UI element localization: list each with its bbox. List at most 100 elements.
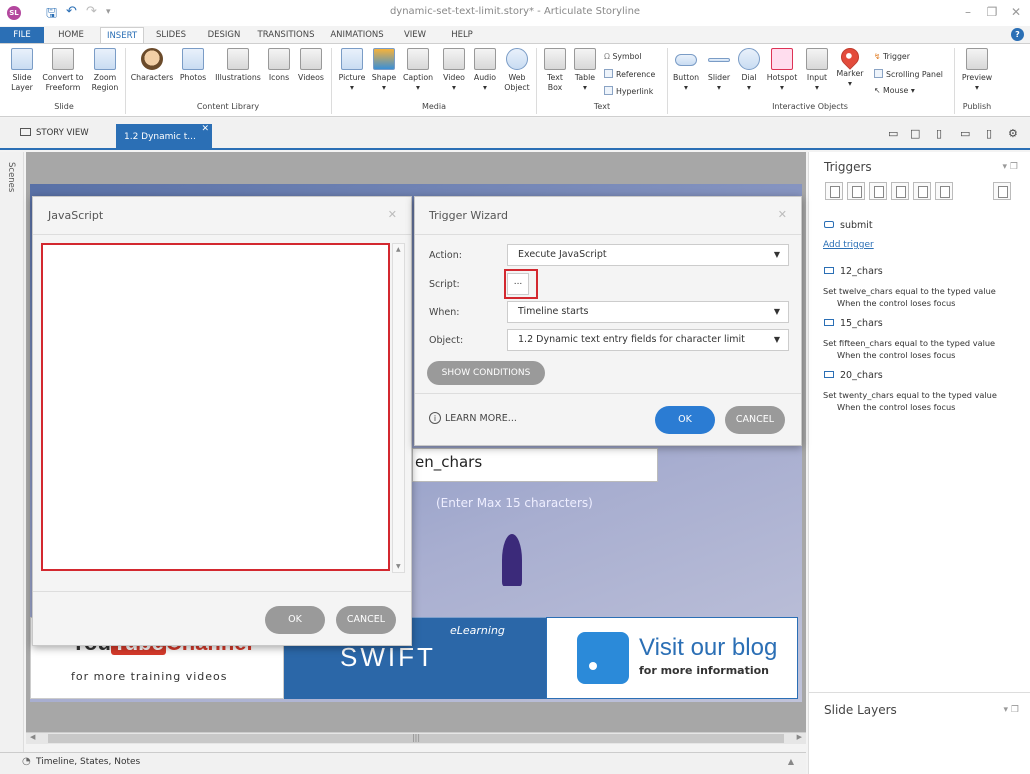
ok-button[interactable]: OK <box>265 606 325 634</box>
table-button[interactable]: Table ▾ <box>570 48 600 93</box>
slider-button[interactable]: Slider ▾ <box>704 48 734 93</box>
object-select[interactable]: 1.2 Dynamic text entry fields for charac… <box>507 329 789 351</box>
blog-banner[interactable]: Visit our blog for more information <box>546 617 798 699</box>
photos-button[interactable]: Photos <box>177 48 209 83</box>
copy-trigger-icon[interactable] <box>869 182 887 200</box>
text-entry-icon <box>824 267 834 274</box>
paste-trigger-icon[interactable] <box>891 182 909 200</box>
mouse-button[interactable]: ↖ Mouse ▾ <box>874 86 915 95</box>
gear-icon[interactable]: ⚙ <box>1008 127 1018 140</box>
button-insert-button[interactable]: Button ▾ <box>670 48 702 93</box>
scroll-down-icon[interactable]: ▼ <box>396 563 401 570</box>
edit-trigger-icon[interactable] <box>847 182 865 200</box>
preview-button[interactable]: Preview ▾ <box>958 48 996 93</box>
tab-view[interactable]: VIEW <box>396 27 434 43</box>
close-icon[interactable]: ✕ <box>778 208 787 221</box>
tab-design[interactable]: DESIGN <box>202 27 246 43</box>
close-icon[interactable]: ✕ <box>1008 5 1024 19</box>
trigger-15-chars[interactable]: 15_chars <box>824 318 883 329</box>
hotspot-button[interactable]: Hotspot ▾ <box>764 48 800 93</box>
input-button[interactable]: Input ▾ <box>802 48 832 93</box>
tablet-portrait-icon[interactable]: ▯ <box>936 127 942 140</box>
cancel-button[interactable]: CANCEL <box>725 406 785 434</box>
move-up-icon[interactable] <box>935 182 953 200</box>
scroll-right-icon[interactable]: ▶ <box>797 733 802 741</box>
trigger-20-chars[interactable]: 20_chars <box>824 370 883 381</box>
scroll-left-icon[interactable]: ◀ <box>30 733 35 741</box>
shape-button[interactable]: Shape ▾ <box>368 48 400 93</box>
tab-animations[interactable]: ANIMATIONS <box>326 27 388 43</box>
hyperlink-button[interactable]: Hyperlink <box>604 86 653 96</box>
panel-menu-icon[interactable]: ▾ ❐ <box>1003 162 1018 172</box>
scroll-up-icon[interactable]: ▲ <box>396 246 401 253</box>
tab-file[interactable]: FILE <box>0 27 44 43</box>
phone-landscape-icon[interactable]: ▭ <box>960 127 970 140</box>
trigger-desc[interactable]: Set twelve_chars equal to the typed valu… <box>823 285 996 309</box>
when-select[interactable]: Timeline starts ▼ <box>507 301 789 323</box>
tab-home[interactable]: HOME <box>52 27 90 43</box>
cancel-button[interactable]: CANCEL <box>336 606 396 634</box>
javascript-editor[interactable] <box>41 243 390 571</box>
canvas-scrollbar[interactable]: ◀ ||| ▶ <box>26 732 806 744</box>
characters-button[interactable]: Characters <box>128 48 176 83</box>
text-entry-field[interactable]: en_chars <box>412 448 658 482</box>
video-button[interactable]: Video ▾ <box>438 48 470 93</box>
dial-button[interactable]: Dial ▾ <box>736 48 762 93</box>
close-tab-icon[interactable]: ✕ <box>201 116 209 142</box>
show-conditions-button[interactable]: SHOW CONDITIONS <box>427 361 545 385</box>
reference-button[interactable]: Reference <box>604 69 655 79</box>
zoom-region-button[interactable]: Zoom Region <box>88 48 122 93</box>
help-icon[interactable]: ? <box>1011 28 1024 41</box>
slide-layer-button[interactable]: Slide Layer <box>6 48 38 93</box>
trigger-12-chars[interactable]: 12_chars <box>824 266 883 277</box>
restore-icon[interactable]: ❐ <box>984 5 1000 19</box>
trigger-desc[interactable]: Set twenty_chars equal to the typed valu… <box>823 389 997 413</box>
learn-more-link[interactable]: i LEARN MORE... <box>429 412 517 424</box>
reference-icon <box>604 69 613 78</box>
tab-slides[interactable]: SLIDES <box>150 27 192 43</box>
ok-button[interactable]: OK <box>655 406 715 434</box>
trigger-button[interactable]: ↯ Trigger <box>874 52 910 61</box>
videos-button[interactable]: Videos <box>294 48 328 83</box>
text-box-button[interactable]: Text Box <box>540 48 570 93</box>
story-view-tab[interactable]: STORY VIEW <box>20 128 89 138</box>
variables-icon[interactable] <box>993 182 1011 200</box>
web-object-button[interactable]: Web Object <box>502 48 532 93</box>
symbol-button[interactable]: Ω Symbol <box>604 52 642 61</box>
phone-portrait-icon[interactable]: ▯ <box>986 127 992 140</box>
new-trigger-icon[interactable] <box>825 182 843 200</box>
slide-tab[interactable]: 1.2 Dynamic t... ✕ <box>116 124 212 150</box>
picture-button[interactable]: Picture ▾ <box>334 48 370 93</box>
expand-up-icon[interactable]: ▲ <box>788 757 794 766</box>
blog-subtitle: for more information <box>639 664 770 677</box>
slide-layers-panel: Slide Layers ▾ ❐ <box>809 692 1030 774</box>
add-trigger-link[interactable]: Add trigger <box>823 240 874 250</box>
dialog-footer: i LEARN MORE... OK CANCEL <box>415 393 801 447</box>
minimize-icon[interactable]: – <box>960 5 976 19</box>
tab-help[interactable]: HELP <box>442 27 482 43</box>
illustrations-button[interactable]: Illustrations <box>210 48 266 83</box>
tab-transitions[interactable]: TRANSITIONS <box>252 27 320 43</box>
trigger-desc[interactable]: Set fifteen_chars equal to the typed val… <box>823 337 995 361</box>
scenes-panel[interactable]: Scenes <box>0 152 24 762</box>
action-select[interactable]: Execute JavaScript ▼ <box>507 244 789 266</box>
trigger-submit[interactable]: submit <box>824 220 873 231</box>
marker-button[interactable]: Marker ▾ <box>832 44 868 89</box>
scrollbar-thumb[interactable]: ||| <box>48 733 784 743</box>
timeline-label[interactable]: Timeline, States, Notes <box>36 757 140 767</box>
scrolling-panel-button[interactable]: Scrolling Panel <box>874 69 943 79</box>
tab-insert[interactable]: INSERT <box>100 27 144 43</box>
tablet-landscape-icon[interactable]: □ <box>910 127 920 140</box>
caption-button[interactable]: Caption ▾ <box>400 48 436 93</box>
desktop-view-icon[interactable]: ▭ <box>888 127 898 140</box>
editor-scrollbar[interactable]: ▲ ▼ <box>392 243 405 573</box>
convert-freeform-button[interactable]: Convert to Freeform <box>40 48 86 93</box>
audio-button[interactable]: Audio ▾ <box>470 48 500 93</box>
shape-icon <box>373 48 395 70</box>
timeline-bar[interactable]: ◔ Timeline, States, Notes ▲ <box>0 752 806 774</box>
delete-trigger-icon[interactable] <box>913 182 931 200</box>
script-label: Script: <box>429 279 460 290</box>
close-icon[interactable]: ✕ <box>388 208 397 221</box>
icons-button[interactable]: Icons <box>266 48 292 83</box>
panel-menu-icon[interactable]: ▾ ❐ <box>1004 705 1019 715</box>
